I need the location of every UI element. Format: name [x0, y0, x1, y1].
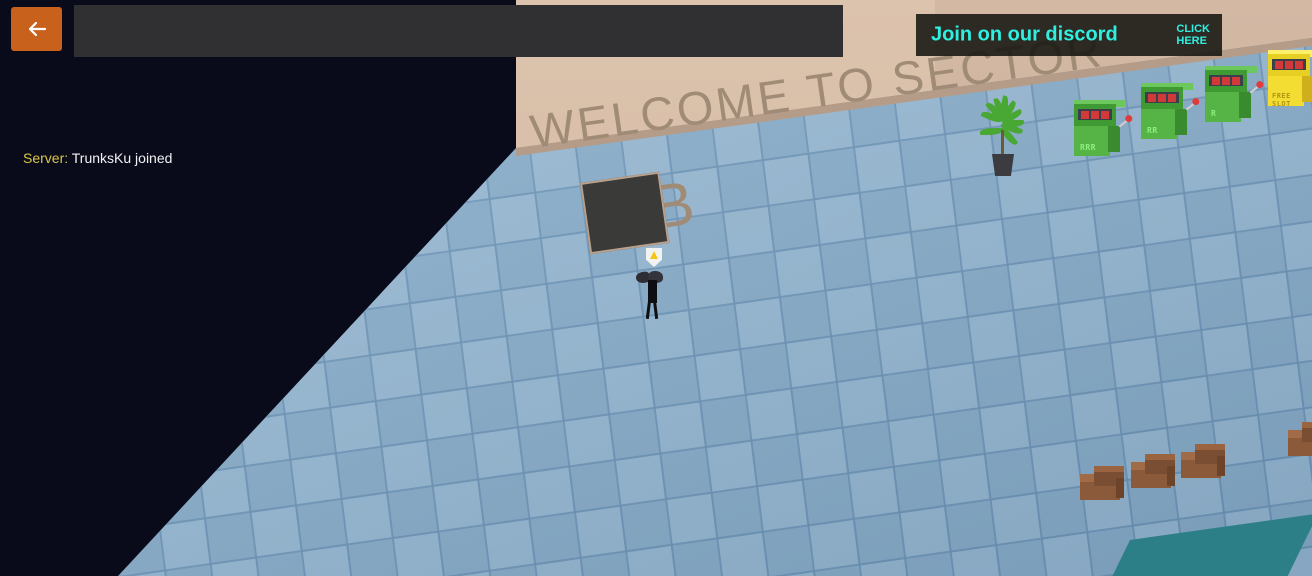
slot-reels	[1209, 75, 1243, 86]
discord-cta-line-1: CLICK	[1176, 23, 1210, 35]
discord-banner-text: Join on our discord	[931, 23, 1118, 46]
player-torso	[648, 280, 657, 303]
game-screen: WELCOME TO SECTOR B RRR RR R FREE SLOT J…	[0, 0, 1312, 576]
chat-log: Server: TrunksKu joined	[23, 150, 172, 166]
slot-head	[1141, 83, 1193, 109]
player-avatar[interactable]	[635, 248, 668, 320]
player-leg-right	[653, 300, 659, 320]
slot-reels	[1078, 109, 1112, 120]
discord-banner-cta: CLICK HERE	[1176, 23, 1210, 47]
slot-label: FREE SLOT	[1272, 92, 1291, 108]
slot-reels	[1272, 59, 1306, 70]
player-badge-icon	[646, 248, 662, 267]
potted-plant	[978, 95, 1026, 176]
discord-cta-line-2: HERE	[1176, 35, 1207, 47]
slot-reels	[1145, 92, 1179, 103]
wall-display-panel[interactable]	[580, 171, 670, 255]
chat-message-sender: Server:	[23, 150, 69, 166]
chat-toolbar	[74, 5, 843, 57]
slot-head	[1268, 50, 1312, 76]
back-button[interactable]	[11, 7, 62, 51]
discord-banner[interactable]: Join on our discord CLICK HERE	[916, 14, 1222, 56]
back-arrow-icon	[28, 21, 46, 37]
slot-label: RR	[1147, 126, 1158, 135]
slot-label: R	[1211, 109, 1217, 118]
player-leg-left	[645, 300, 651, 320]
slot-head	[1074, 100, 1126, 126]
game-world[interactable]: WELCOME TO SECTOR B RRR RR R FREE SLOT	[0, 0, 1312, 576]
slot-head	[1205, 66, 1257, 92]
slot-label: RRR	[1080, 143, 1096, 152]
chat-message: Server: TrunksKu joined	[23, 150, 172, 166]
chat-message-body: TrunksKu joined	[71, 150, 173, 166]
